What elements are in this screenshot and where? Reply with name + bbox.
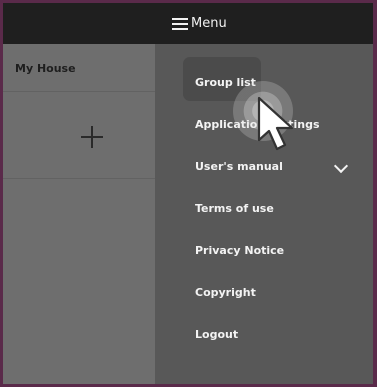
house-list-item[interactable]: My House [3, 44, 155, 92]
add-house-button[interactable] [3, 92, 155, 179]
house-name: My House [15, 62, 76, 75]
hamburger-icon[interactable] [172, 18, 188, 30]
top-bar [3, 3, 155, 44]
chevron-down-icon[interactable] [333, 158, 349, 174]
plus-icon [81, 126, 103, 148]
menu-drawer: Menu Group list Application settings Use… [155, 3, 373, 384]
menu-item-copyright[interactable]: Copyright [195, 286, 256, 299]
menu-header: Menu [155, 3, 373, 44]
menu-item-privacy-notice[interactable]: Privacy Notice [195, 244, 284, 257]
cursor-icon [257, 96, 294, 151]
menu-item-terms-of-use[interactable]: Terms of use [195, 202, 274, 215]
left-pane: My House [3, 3, 155, 384]
menu-title: Menu [191, 16, 227, 31]
menu-item-users-manual[interactable]: User's manual [195, 160, 283, 173]
menu-item-logout[interactable]: Logout [195, 328, 238, 341]
app-frame: My House Menu Group list Application set… [3, 3, 373, 384]
